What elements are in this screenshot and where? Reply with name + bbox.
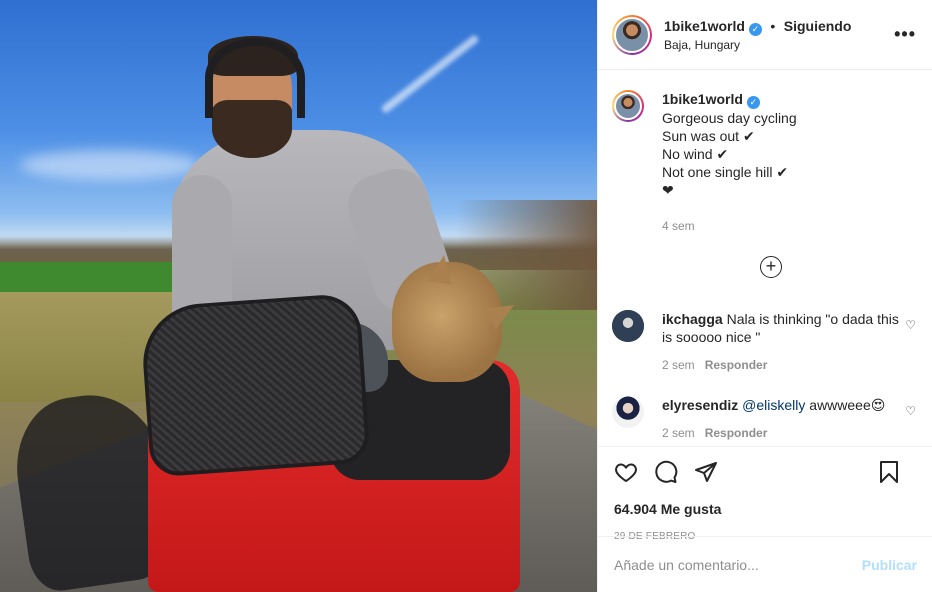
comment-input[interactable]	[614, 556, 862, 573]
comment-meta: 2 sem Responder	[662, 424, 905, 442]
post-photo[interactable]	[0, 0, 597, 592]
avatar-image	[614, 92, 642, 120]
caption-line: No wind ✔	[662, 146, 729, 162]
comment-text: awwweee😍	[805, 397, 886, 413]
add-comment-bar: Publicar	[598, 536, 932, 592]
verified-badge-icon: ✓	[746, 96, 760, 109]
author-avatar[interactable]	[612, 14, 652, 55]
caption-body: 1bike1world ✓ Gorgeous day cycling Sun wa…	[662, 90, 916, 235]
comment-item: ikchagga Nala is thinking "o dada this i…	[612, 310, 916, 374]
comment-age[interactable]: 2 sem	[662, 358, 695, 372]
bookmark-icon[interactable]	[877, 460, 901, 484]
caption-username[interactable]: 1bike1world	[662, 91, 743, 107]
caption-line: ❤	[662, 182, 674, 198]
post-sidebar: 1bike1world ✓ • Siguiendo Baja, Hungary •…	[597, 0, 932, 592]
caption-age[interactable]: 4 sem	[662, 217, 916, 235]
comment-mention[interactable]: @eliskelly	[742, 397, 805, 413]
comment-item: elyresendiz @eliskelly awwweee😍 2 sem Res…	[612, 396, 916, 442]
likes-count[interactable]: 64.904 Me gusta	[614, 501, 917, 517]
comments-section: 1bike1world ✓ Gorgeous day cycling Sun wa…	[598, 70, 932, 446]
post-header: 1bike1world ✓ • Siguiendo Baja, Hungary •…	[598, 0, 932, 70]
avatar-image	[612, 310, 644, 342]
publish-button[interactable]: Publicar	[862, 557, 917, 573]
avatar-image	[612, 396, 644, 428]
instagram-post: 1bike1world ✓ • Siguiendo Baja, Hungary •…	[0, 0, 932, 592]
reply-button[interactable]: Responder	[705, 358, 768, 372]
comment-username[interactable]: elyresendiz	[662, 397, 738, 413]
photo-cloud	[20, 150, 200, 180]
paper-plane-icon[interactable]	[694, 460, 718, 484]
avatar-image	[614, 16, 650, 53]
action-icons	[614, 457, 917, 487]
caption-avatar[interactable]	[612, 90, 644, 122]
photo-headphones	[205, 38, 305, 118]
comment-body: ikchagga Nala is thinking "o dada this i…	[662, 310, 905, 374]
author-username[interactable]: 1bike1world	[664, 18, 745, 34]
photo-cat-ear	[428, 253, 456, 285]
post-actions: 64.904 Me gusta 29 DE FEBRERO	[598, 446, 932, 542]
header-separator: •	[770, 17, 776, 34]
comment-like-heart-icon[interactable]: ♡	[905, 318, 916, 374]
comment-body: elyresendiz @eliskelly awwweee😍 2 sem Res…	[662, 396, 905, 442]
comment-meta: 2 sem Responder	[662, 356, 905, 374]
heart-icon[interactable]	[614, 460, 638, 484]
load-more-comments-icon[interactable]: +	[760, 256, 782, 278]
commenter-avatar[interactable]	[612, 396, 644, 428]
caption-line: Sun was out ✔	[662, 128, 755, 144]
photo-mesh-cover	[139, 292, 371, 478]
caption-line: Gorgeous day cycling	[662, 110, 797, 126]
verified-badge-icon: ✓	[748, 22, 762, 36]
caption-line: Not one single hill ✔	[662, 164, 789, 180]
commenter-avatar[interactable]	[612, 310, 644, 342]
comment-like-heart-icon[interactable]: ♡	[905, 404, 916, 442]
following-button[interactable]: Siguiendo	[784, 18, 852, 34]
comment-username[interactable]: ikchagga	[662, 311, 723, 327]
post-location[interactable]: Baja, Hungary	[664, 38, 894, 52]
caption: 1bike1world ✓ Gorgeous day cycling Sun wa…	[612, 90, 916, 235]
reply-button[interactable]: Responder	[705, 426, 768, 440]
comment-age[interactable]: 2 sem	[662, 426, 695, 440]
photo-green-field	[0, 262, 200, 296]
photo-contrail	[380, 33, 480, 115]
author-info: 1bike1world ✓ • Siguiendo Baja, Hungary	[664, 18, 894, 52]
more-options-icon[interactable]: •••	[894, 24, 916, 45]
comment-bubble-icon[interactable]	[654, 460, 678, 484]
